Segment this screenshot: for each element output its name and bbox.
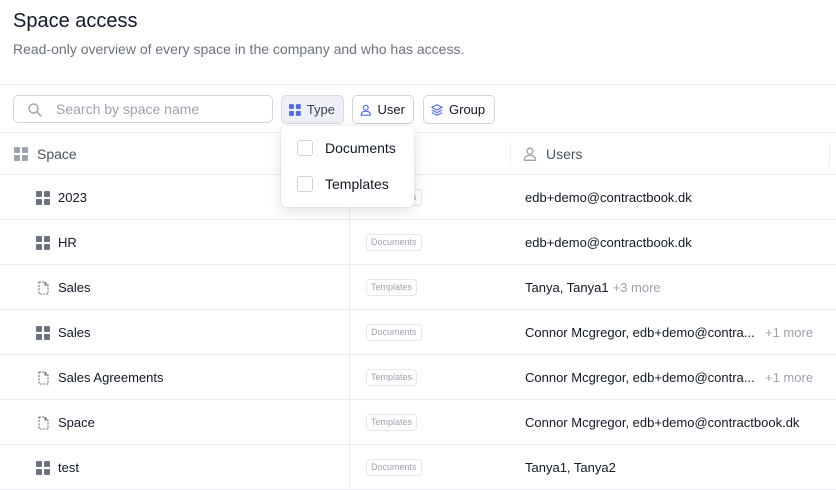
- space-cell: Sales: [36, 265, 91, 310]
- column-label-space: Space: [37, 146, 77, 162]
- users-cell: Tanya1, Tanya2: [525, 445, 825, 490]
- type-filter-dropdown: Documents Templates: [281, 126, 414, 207]
- space-cell: 2023: [36, 175, 87, 220]
- users-cell: edb+demo@contractbook.dk: [525, 220, 825, 265]
- space-name: test: [58, 460, 79, 475]
- type-cell: Templates: [349, 400, 509, 445]
- type-cell: Templates: [349, 355, 509, 400]
- users-list: edb+demo@contractbook.dk: [525, 235, 692, 250]
- table-row[interactable]: Sales Templates Tanya, Tanya1 +3 more: [0, 265, 836, 310]
- space-name: HR: [58, 235, 77, 250]
- users-cell: Connor Mcgregor, edb+demo@contractbook.d…: [525, 400, 825, 445]
- type-option-label: Templates: [325, 176, 389, 192]
- page-title: Space access: [13, 10, 138, 32]
- user-icon: [523, 147, 537, 161]
- template-doc-icon: [38, 415, 49, 430]
- users-list: edb+demo@contractbook.dk: [525, 190, 692, 205]
- table-header: Space Type Users: [0, 133, 836, 175]
- search-input[interactable]: [56, 99, 266, 119]
- checkbox[interactable]: [297, 140, 313, 156]
- users-list: Connor Mcgregor, edb+demo@contra...: [525, 370, 755, 385]
- template-doc-icon: [38, 370, 49, 385]
- space-name: 2023: [58, 190, 87, 205]
- type-filter-button[interactable]: Type: [281, 95, 344, 124]
- type-badge: Templates: [366, 414, 418, 431]
- table-row[interactable]: HR Documents edb+demo@contractbook.dk: [0, 220, 836, 265]
- type-badge: Documents: [366, 324, 422, 341]
- checkbox[interactable]: [297, 176, 313, 192]
- users-list: Connor Mcgregor, edb+demo@contractbook.d…: [525, 415, 800, 430]
- table-row[interactable]: Sales Agreements Templates Connor Mcgregor…: [0, 355, 836, 400]
- space-grid-icon: [36, 235, 50, 250]
- space-grid-icon: [14, 147, 28, 161]
- space-name: Space: [58, 415, 95, 430]
- table-row[interactable]: Space Templates Connor Mcgregor, edb+demo@…: [0, 400, 836, 445]
- type-option-templates[interactable]: Templates: [297, 174, 389, 194]
- type-badge: Documents: [366, 234, 422, 251]
- user-icon: [360, 104, 371, 116]
- space-cell: Sales: [36, 310, 91, 355]
- space-name: Sales: [58, 325, 91, 340]
- type-cell: Documents: [349, 220, 509, 265]
- space-grid-icon: [36, 325, 50, 340]
- grid-icon: [289, 103, 301, 116]
- space-cell: Sales Agreements: [36, 355, 164, 400]
- template-doc-icon: [38, 280, 49, 295]
- column-header-space[interactable]: Space: [14, 133, 77, 175]
- type-filter-label: Type: [306, 102, 335, 117]
- table-row[interactable]: test Documents Tanya1, Tanya2: [0, 445, 836, 490]
- users-list: Tanya1, Tanya2: [525, 460, 616, 475]
- space-name: Sales Agreements: [58, 370, 164, 385]
- column-header-users[interactable]: Users: [510, 142, 583, 166]
- space-cell: test: [36, 445, 79, 490]
- type-badge: Templates: [366, 369, 418, 386]
- space-cell: HR: [36, 220, 77, 265]
- column-divider: [829, 142, 830, 166]
- users-cell: Tanya, Tanya1 +3 more: [525, 265, 825, 310]
- table-row[interactable]: 2023Documentsedb+demo@contractbook.dk: [0, 175, 836, 220]
- users-list: Connor Mcgregor, edb+demo@contra...: [525, 325, 755, 340]
- space-grid-icon: [36, 460, 50, 475]
- search-box[interactable]: [13, 95, 273, 123]
- table-body: 2023Documentsedb+demo@contractbook.dkHRD…: [0, 175, 836, 490]
- type-cell: Documents: [349, 310, 509, 355]
- type-badge: Documents: [366, 459, 422, 476]
- table-row[interactable]: Sales Documents Connor Mcgregor, edb+demo@…: [0, 310, 836, 355]
- type-option-documents[interactable]: Documents: [297, 138, 396, 158]
- type-cell: Documents: [349, 445, 509, 490]
- column-label-users: Users: [546, 146, 583, 162]
- group-filter-label: Group: [449, 102, 486, 117]
- type-cell: Templates: [349, 265, 509, 310]
- type-badge: Templates: [366, 279, 418, 296]
- layers-icon: [431, 103, 443, 116]
- space-name: Sales: [58, 280, 91, 295]
- user-filter-label: User: [377, 102, 405, 117]
- search-icon: [28, 103, 42, 117]
- more-users-count[interactable]: +1 more: [765, 355, 813, 400]
- group-filter-button[interactable]: Group: [423, 95, 495, 124]
- type-option-label: Documents: [325, 140, 396, 156]
- space-access-table: Space Type Users 2023Documentsedb+demo@c…: [0, 133, 836, 490]
- space-grid-icon: [36, 190, 50, 205]
- users-list: Tanya, Tanya1: [525, 280, 609, 295]
- space-cell: Space: [36, 400, 95, 445]
- more-users-count[interactable]: +1 more: [765, 310, 813, 355]
- user-filter-button[interactable]: User: [352, 95, 414, 124]
- page-header: Space access Read-only overview of every…: [0, 0, 836, 85]
- page-subtitle: Read-only overview of every space in the…: [13, 41, 465, 57]
- users-cell: edb+demo@contractbook.dk: [525, 175, 825, 220]
- more-users-count[interactable]: +3 more: [613, 280, 661, 295]
- filter-toolbar: Type User Group: [0, 85, 836, 133]
